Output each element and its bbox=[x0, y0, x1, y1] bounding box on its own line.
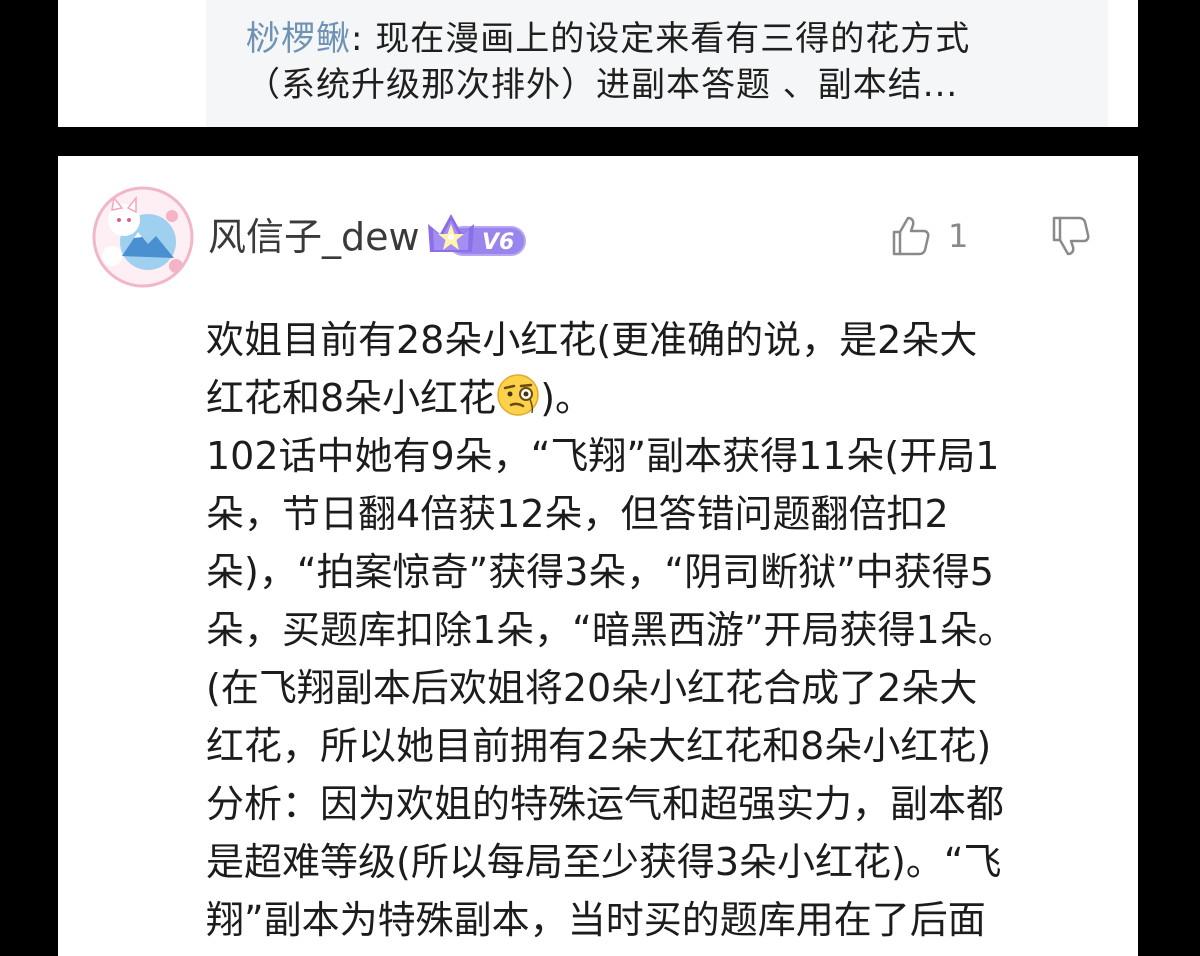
like-count: 1 bbox=[948, 217, 969, 255]
comment-line: (在飞翔副本后欢姐将20朵小红花合成了2朵大 bbox=[206, 666, 978, 710]
comment-line: 朵，节日翻4倍获12朵，但答错问题翻倍扣2 bbox=[206, 492, 949, 536]
username[interactable]: 风信子_dew bbox=[208, 213, 420, 261]
comment-line: 分析：因为欢姐的特殊运气和超强实力，副本都 bbox=[206, 782, 1005, 826]
comment-line: 翔”副本为特殊副本，当时买的题库用在了后面 bbox=[206, 898, 986, 942]
comment-line: 102话中她有9朵，“飞翔”副本获得11朵(开局1 bbox=[206, 434, 1000, 478]
previous-comment-card: 桫椤鳅: 现在漫画上的设定来看有三得的花方式 （系统升级那次排外）进副本答题 、… bbox=[58, 0, 1138, 127]
crown-star-icon bbox=[428, 214, 474, 252]
reply-author[interactable]: 桫椤鳅 bbox=[246, 19, 351, 59]
comment-card: 风信子_dew V6 1 欢姐目前有28朵小红花(更准确的说，是2朵大 红花和8… bbox=[58, 156, 1138, 956]
monocle-face-emoji bbox=[497, 374, 539, 416]
comment-line: 是超难等级(所以每局至少获得3朵小红花)。“飞 bbox=[206, 840, 1002, 884]
level-badge: V6 bbox=[428, 214, 526, 256]
comment-line: 朵，买题库扣除1朵，“暗黑西游”开局获得1朵。 bbox=[206, 608, 1016, 652]
comment-text: 欢姐目前有28朵小红花(更准确的说，是2朵大 红花和8朵小红花 )。 102话中… bbox=[206, 311, 1116, 949]
reply-preview[interactable]: 桫椤鳅: 现在漫画上的设定来看有三得的花方式 （系统升级那次排外）进副本答题 、… bbox=[206, 0, 1108, 127]
thumbs-down-icon[interactable] bbox=[1048, 214, 1092, 258]
comment-line: 红花，所以她目前拥有2朵大红花和8朵小红花) bbox=[206, 724, 992, 768]
reply-text-line2: （系统升级那次排外）进副本答题 、副本结... bbox=[246, 65, 959, 105]
reply-text-line1: 现在漫画上的设定来看有三得的花方式 bbox=[375, 19, 971, 59]
user-avatar[interactable] bbox=[92, 186, 194, 288]
comment-line: 红花和8朵小红花 )。 bbox=[206, 369, 1116, 427]
comment-line-text: )。 bbox=[540, 376, 594, 420]
comment-line: 朵)，“拍案惊奇”获得3朵，“阴司断狱”中获得5 bbox=[206, 550, 994, 594]
comment-line-text: 红花和8朵小红花 bbox=[206, 376, 497, 420]
reply-separator: : bbox=[351, 19, 376, 59]
comment-line: 欢姐目前有28朵小红花(更准确的说，是2朵大 bbox=[206, 318, 978, 362]
level-text: V6 bbox=[482, 230, 514, 255]
thumbs-up-icon[interactable] bbox=[888, 214, 932, 258]
